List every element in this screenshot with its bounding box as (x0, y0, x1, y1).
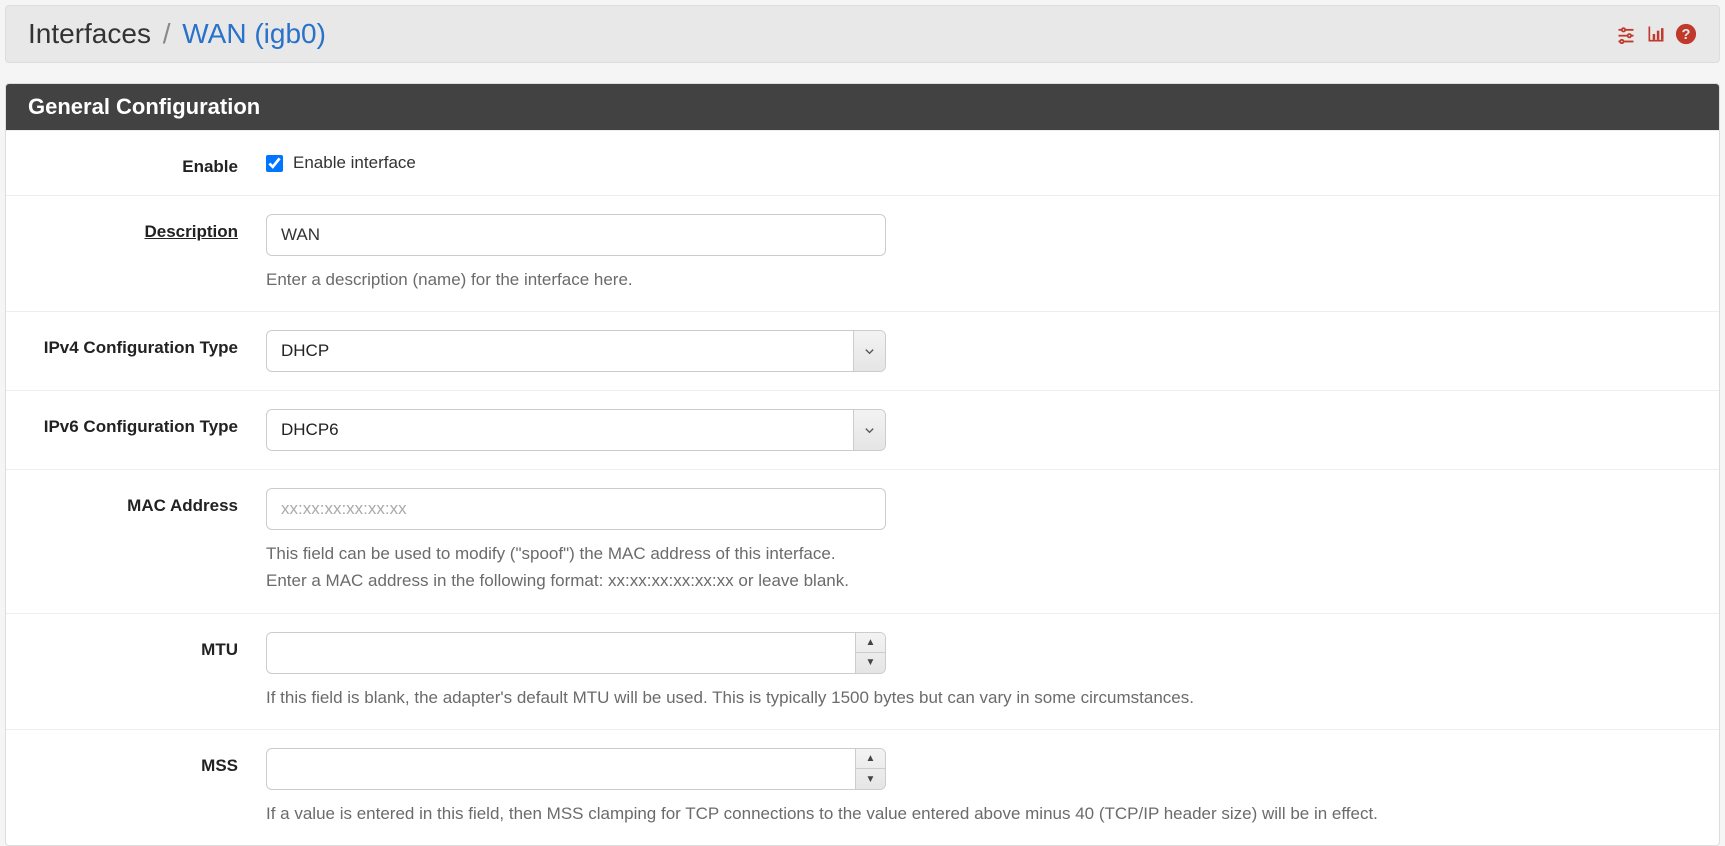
row-ipv6-type: IPv6 Configuration Type DHCP6 (6, 390, 1719, 469)
label-mac: MAC Address (6, 488, 266, 516)
mtu-help: If this field is blank, the adapter's de… (266, 684, 1666, 711)
spinner-down-icon[interactable]: ▼ (856, 769, 885, 789)
mac-help: This field can be used to modify ("spoof… (266, 540, 1666, 594)
label-ipv6-type: IPv6 Configuration Type (6, 409, 266, 437)
breadcrumb: Interfaces / WAN (igb0) (28, 18, 326, 50)
mac-input[interactable] (266, 488, 886, 530)
label-mtu: MTU (6, 632, 266, 660)
row-mac: MAC Address This field can be used to mo… (6, 469, 1719, 612)
spinner-up-icon[interactable]: ▲ (856, 749, 885, 770)
mtu-spinner[interactable]: ▲ ▼ (855, 633, 885, 673)
header-actions: ? (1615, 23, 1697, 45)
breadcrumb-separator: / (163, 18, 171, 49)
mss-value[interactable] (267, 749, 855, 789)
svg-text:?: ? (1682, 27, 1691, 43)
mtu-input[interactable]: ▲ ▼ (266, 632, 886, 674)
row-mss: MSS ▲ ▼ If a value is entered in this fi… (6, 729, 1719, 845)
row-description: Description Enter a description (name) f… (6, 195, 1719, 311)
row-mtu: MTU ▲ ▼ If this field is blank, the adap… (6, 613, 1719, 729)
breadcrumb-current[interactable]: WAN (igb0) (182, 18, 326, 49)
enable-checkbox-label: Enable interface (293, 153, 416, 173)
description-help: Enter a description (name) for the inter… (266, 266, 1666, 293)
help-icon[interactable]: ? (1675, 23, 1697, 45)
mss-help: If a value is entered in this field, the… (266, 800, 1666, 827)
row-enable: Enable Enable interface (6, 130, 1719, 195)
label-description: Description (6, 214, 266, 242)
mtu-value[interactable] (267, 633, 855, 673)
chevron-down-icon[interactable] (853, 331, 885, 371)
bar-chart-icon[interactable] (1645, 23, 1667, 45)
mss-spinner[interactable]: ▲ ▼ (855, 749, 885, 789)
general-configuration-panel: General Configuration Enable Enable inte… (5, 83, 1720, 846)
enable-checkbox-wrap[interactable]: Enable interface (266, 149, 1697, 173)
spinner-up-icon[interactable]: ▲ (856, 633, 885, 654)
label-mss: MSS (6, 748, 266, 776)
row-ipv4-type: IPv4 Configuration Type DHCP (6, 311, 1719, 390)
panel-title: General Configuration (6, 84, 1719, 130)
ipv6-select[interactable]: DHCP6 (266, 409, 886, 451)
label-ipv4-type: IPv4 Configuration Type (6, 330, 266, 358)
breadcrumb-bar: Interfaces / WAN (igb0) ? (5, 5, 1720, 63)
mss-input[interactable]: ▲ ▼ (266, 748, 886, 790)
ipv4-select-value: DHCP (267, 331, 853, 371)
sliders-icon[interactable] (1615, 23, 1637, 45)
description-input[interactable] (266, 214, 886, 256)
chevron-down-icon[interactable] (853, 410, 885, 450)
ipv6-select-value: DHCP6 (267, 410, 853, 450)
ipv4-select[interactable]: DHCP (266, 330, 886, 372)
label-enable: Enable (6, 149, 266, 177)
spinner-down-icon[interactable]: ▼ (856, 653, 885, 673)
breadcrumb-root[interactable]: Interfaces (28, 18, 151, 49)
enable-checkbox[interactable] (266, 155, 283, 172)
